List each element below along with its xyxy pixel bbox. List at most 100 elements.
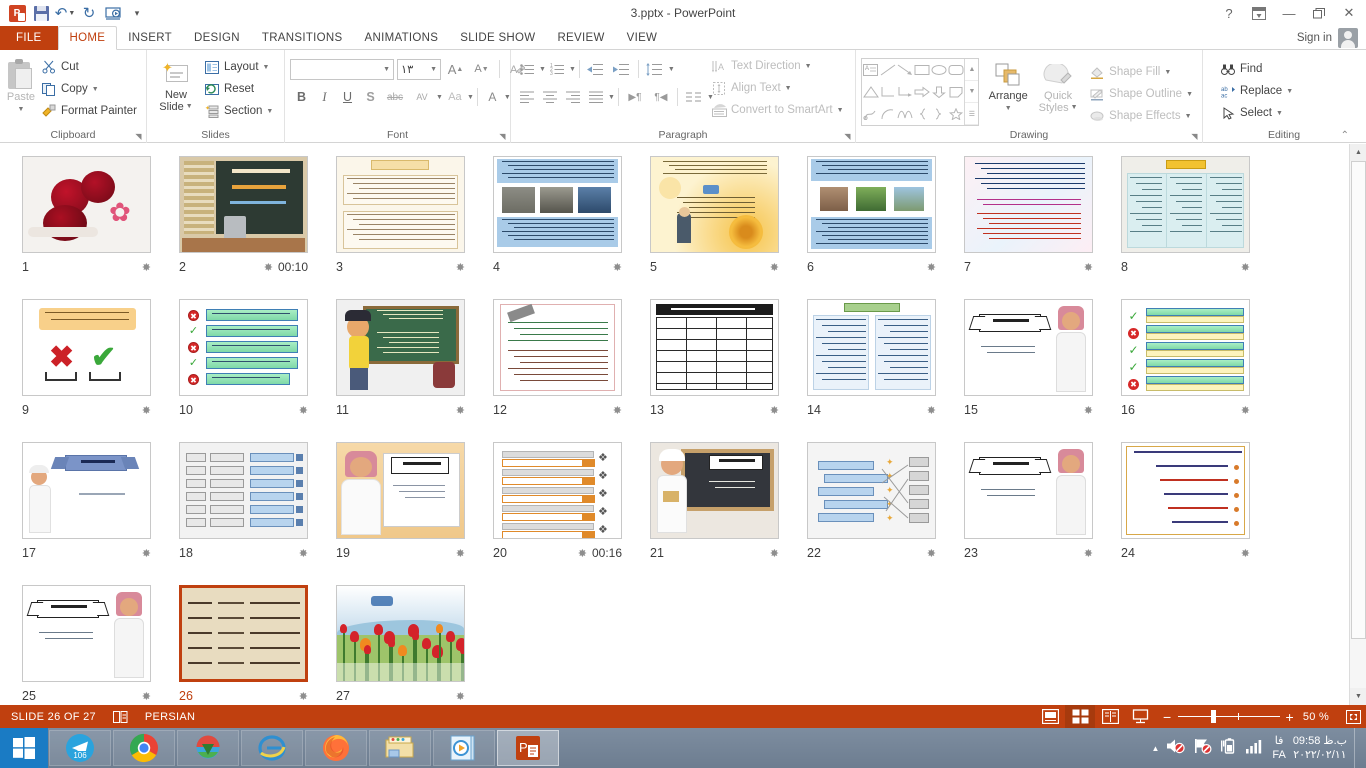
animation-star-icon[interactable]: ✸ [142, 547, 151, 560]
slide-thumbnail[interactable] [336, 442, 465, 539]
animation-star-icon[interactable]: ✸ [1084, 547, 1093, 560]
slide-show-button[interactable] [1125, 705, 1155, 728]
animation-star-icon[interactable]: ✸ [142, 404, 151, 417]
decrease-font-size-button[interactable]: A▼ [470, 58, 493, 80]
align-text-button[interactable]: Align Text ▼ [707, 77, 848, 99]
shape-left-brace[interactable] [913, 103, 930, 125]
slide-cell[interactable]: 14✸ [793, 299, 950, 442]
reading-view-button[interactable] [1095, 705, 1125, 728]
show-desktop-button[interactable] [1354, 728, 1362, 768]
slide-indicator[interactable]: SLIDE 26 OF 27 [0, 705, 107, 728]
columns-button[interactable] [681, 86, 707, 108]
slide-cell[interactable]: 24✸ [1107, 442, 1264, 585]
animation-star-icon[interactable]: ✸ [770, 261, 779, 274]
help-button[interactable]: ? [1214, 1, 1244, 25]
new-slide-button[interactable]: ✦ New Slide ▼ [152, 53, 200, 113]
select-button[interactable]: Select ▼ [1216, 102, 1297, 124]
bold-button[interactable]: B [290, 86, 313, 108]
format-painter-button[interactable]: Format Painter [37, 100, 141, 122]
change-case-button[interactable]: Aa [443, 86, 467, 108]
zoom-level-label[interactable]: 50 % [1300, 711, 1332, 723]
fit-slide-to-window-button[interactable] [1340, 705, 1366, 728]
zoom-slider-handle[interactable] [1211, 710, 1216, 723]
scrollbar-track[interactable] [1350, 161, 1366, 688]
slide-cell[interactable]: ✿ 1✸ [8, 156, 165, 299]
shapes-more-icon[interactable]: ☰ [965, 103, 978, 125]
arrange-button[interactable]: Arrange ▼ [985, 58, 1031, 115]
shape-fill-button[interactable]: Shape Fill ▼ [1085, 61, 1197, 83]
slide-thumbnail[interactable]: ✿ [22, 156, 151, 253]
slide-cell[interactable]: 6✸ [793, 156, 950, 299]
zoom-in-button[interactable]: + [1286, 709, 1294, 725]
ribbon-display-options-icon[interactable] [1244, 1, 1274, 25]
shape-rounded-rectangle[interactable] [947, 59, 964, 81]
ltr-text-direction-button[interactable]: ▶¶ [622, 86, 648, 108]
paste-button[interactable]: Paste ▼ [5, 53, 37, 116]
minimize-button[interactable]: — [1274, 1, 1304, 25]
close-button[interactable]: ✕ [1334, 1, 1364, 25]
slide-cell[interactable]: 12✸ [479, 299, 636, 442]
customize-quick-access-icon[interactable]: ▾ [126, 2, 148, 24]
notes-icon[interactable] [107, 705, 134, 728]
slide-cell[interactable]: 19✸ [322, 442, 479, 585]
shape-triangle[interactable] [862, 81, 879, 103]
slide-thumbnail[interactable] [22, 585, 151, 682]
slide-cell[interactable]: 3✸ [322, 156, 479, 299]
shape-folded-corner[interactable] [947, 81, 964, 103]
slide-sorter-pane[interactable]: ✿ 1✸ 2✸00:10 3✸ 4✸ [0, 144, 1366, 705]
zoom-control[interactable]: − + 50 % [1155, 709, 1340, 725]
tab-view[interactable]: VIEW [616, 26, 669, 50]
align-right-button[interactable] [562, 86, 585, 108]
shape-right-brace[interactable] [930, 103, 947, 125]
sorter-vertical-scrollbar[interactable]: ▲ ▼ [1349, 144, 1366, 705]
animation-star-icon[interactable]: ✸ [578, 547, 587, 560]
animation-star-icon[interactable]: ✸ [299, 404, 308, 417]
animation-star-icon[interactable]: ✸ [456, 547, 465, 560]
drawing-dialog-launcher[interactable]: ◥ [1189, 131, 1200, 142]
shape-star[interactable] [947, 103, 964, 125]
font-size-combo[interactable]: ۱۳ ▼ [397, 59, 441, 80]
battery-icon[interactable] [1220, 737, 1238, 760]
animation-star-icon[interactable]: ✸ [456, 404, 465, 417]
tab-insert[interactable]: INSERT [117, 26, 183, 50]
bullets-button[interactable] [516, 58, 539, 80]
media-player-taskbar-icon[interactable] [433, 730, 495, 766]
shape-line[interactable] [879, 59, 896, 81]
chrome-taskbar-icon[interactable] [113, 730, 175, 766]
underline-button[interactable]: U [336, 86, 359, 108]
signal-bars-icon[interactable] [1245, 737, 1265, 760]
shape-down-arrow[interactable] [930, 81, 947, 103]
slide-thumbnail[interactable]: ✖ ✔ [22, 299, 151, 396]
clipboard-dialog-launcher[interactable]: ◥ [133, 131, 144, 142]
shapes-scroll-down-icon[interactable]: ▼ [965, 81, 978, 103]
slide-thumbnail[interactable] [1121, 156, 1250, 253]
animation-star-icon[interactable]: ✸ [1241, 261, 1250, 274]
slide-thumbnail[interactable] [336, 299, 465, 396]
slide-cell[interactable]: ✖ ✓ ✖ ✓ ✖ 10✸ [165, 299, 322, 442]
character-spacing-button[interactable]: AV [408, 86, 436, 108]
slide-thumbnail[interactable] [1121, 442, 1250, 539]
restore-button[interactable] [1304, 1, 1334, 25]
zoom-slider[interactable] [1178, 716, 1280, 717]
collapse-ribbon-button[interactable]: ⌃ [1341, 130, 1349, 141]
animation-star-icon[interactable]: ✸ [456, 261, 465, 274]
slide-cell[interactable]: 8✸ [1107, 156, 1264, 299]
animation-star-icon[interactable]: ✸ [299, 690, 308, 703]
slide-thumbnail[interactable]: ✖ ✓ ✖ ✓ ✖ [179, 299, 308, 396]
shape-right-arrow[interactable] [913, 81, 930, 103]
scroll-up-icon[interactable]: ▲ [1350, 144, 1366, 161]
language-bar[interactable]: فا FA [1272, 734, 1285, 762]
save-icon[interactable] [30, 2, 52, 24]
align-center-button[interactable] [539, 86, 562, 108]
slide-cell[interactable]: 11✸ [322, 299, 479, 442]
numbering-button[interactable]: 1 2 3 [546, 58, 569, 80]
show-hidden-icons-button[interactable]: ▲ [1151, 744, 1159, 753]
tab-slide-show[interactable]: SLIDE SHOW [449, 26, 546, 50]
align-left-button[interactable] [516, 86, 539, 108]
slide-cell[interactable]: 15✸ [950, 299, 1107, 442]
font-name-combo[interactable]: ▼ [290, 59, 394, 80]
file-explorer-taskbar-icon[interactable] [369, 730, 431, 766]
tab-review[interactable]: REVIEW [546, 26, 615, 50]
slide-cell[interactable]: 23✸ [950, 442, 1107, 585]
text-direction-button[interactable]: A Text Direction ▼ [707, 55, 848, 77]
